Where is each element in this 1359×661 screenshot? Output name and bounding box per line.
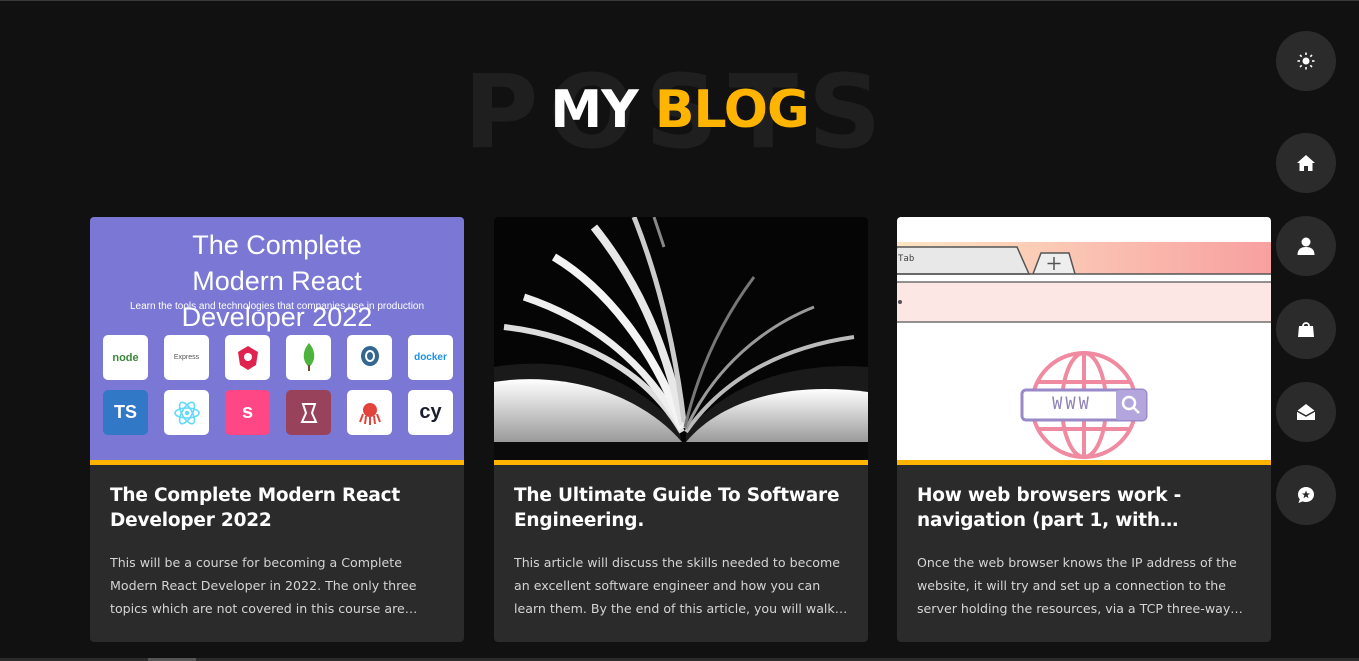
nav-about-button[interactable] <box>1276 216 1336 276</box>
theme-toggle-button[interactable] <box>1276 31 1336 91</box>
sun-icon <box>1297 52 1315 70</box>
post-title[interactable]: How web browsers work - navigation (part… <box>917 483 1251 533</box>
user-icon <box>1297 237 1315 255</box>
jest-logo-icon <box>286 390 331 435</box>
browser-illustration <box>897 242 1271 459</box>
search-bar-text: WWW <box>1052 394 1092 414</box>
thumbnail-subtitle: Learn the tools and technologies that co… <box>129 301 425 312</box>
docker-logo-icon: docker <box>408 335 453 380</box>
thumbnail-headline: The Complete Modern React Developer 2022 <box>181 230 373 332</box>
post-title[interactable]: The Ultimate Guide To Software Engineeri… <box>514 483 848 533</box>
top-border <box>0 0 1359 1</box>
nest-logo-icon <box>225 335 270 380</box>
storybook-logo-icon: s <box>225 390 270 435</box>
blog-post-card[interactable]: Tab WWW How web browsers work - navigati… <box>897 217 1271 642</box>
post-excerpt: This article will discuss the skills nee… <box>514 555 848 616</box>
nav-blog-button[interactable] <box>1276 465 1336 525</box>
typescript-logo-icon: TS <box>103 390 148 435</box>
home-icon <box>1297 155 1315 171</box>
page-title: MY BLOG <box>0 80 1359 140</box>
title-word-blog: BLOG <box>654 80 810 140</box>
nav-portfolio-button[interactable] <box>1276 299 1336 359</box>
blog-post-card[interactable]: The Ultimate Guide To Software Engineeri… <box>494 217 868 642</box>
react-logo-icon <box>164 390 209 435</box>
post-thumbnail[interactable]: Tab WWW <box>897 217 1271 460</box>
open-book-image <box>494 217 868 460</box>
postgresql-logo-icon <box>347 335 392 380</box>
express-logo-icon: Express <box>164 335 209 380</box>
node-logo-icon: node <box>103 335 148 380</box>
blog-post-card[interactable]: The Complete Modern React Developer 2022… <box>90 217 464 642</box>
mongodb-logo-icon <box>286 335 331 380</box>
cypress-logo-icon: cy <box>408 390 453 435</box>
post-excerpt: This will be a course for becoming a Com… <box>110 555 418 616</box>
post-title[interactable]: The Complete Modern React Developer 2022 <box>110 483 444 533</box>
post-excerpt: Once the web browser knows the IP addres… <box>917 555 1243 616</box>
octopus-logo-icon <box>347 390 392 435</box>
nav-contact-button[interactable] <box>1276 382 1336 442</box>
chat-star-icon <box>1298 487 1314 503</box>
briefcase-icon <box>1298 322 1314 337</box>
post-thumbnail[interactable]: The Complete Modern React Developer 2022… <box>90 217 464 460</box>
section-heading: POSTS MY BLOG <box>0 58 1359 168</box>
title-word-my: MY <box>550 80 638 140</box>
nav-home-button[interactable] <box>1276 133 1336 193</box>
browser-tab-label: Tab <box>898 254 915 264</box>
post-thumbnail[interactable] <box>494 217 868 460</box>
envelope-open-icon <box>1296 404 1316 420</box>
